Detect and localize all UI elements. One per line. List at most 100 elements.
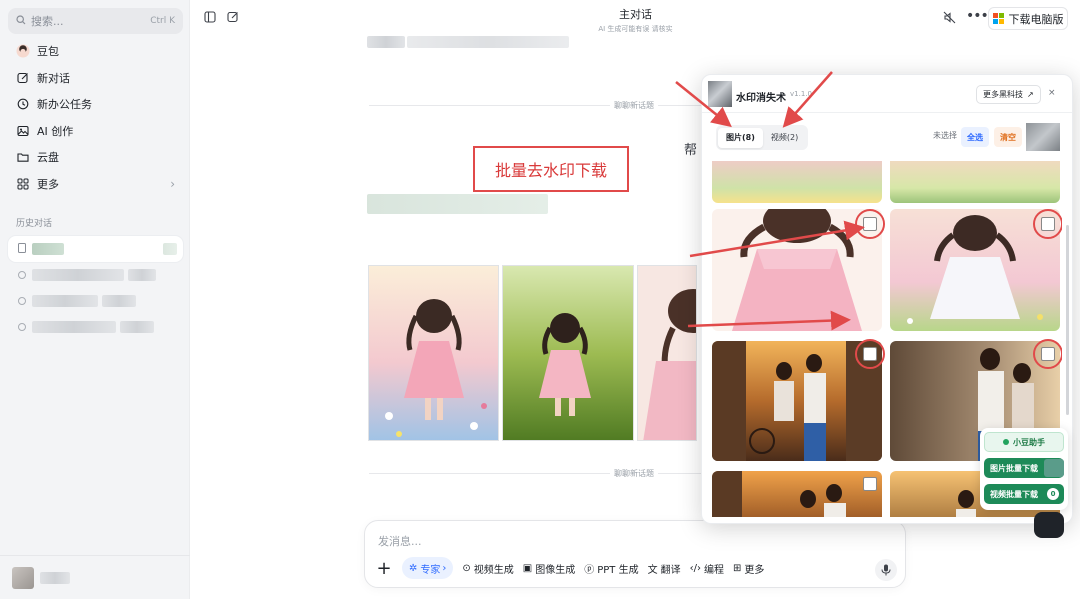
select-checkbox[interactable]	[863, 477, 877, 491]
panel-title: 水印消失术	[736, 93, 786, 104]
redacted-title	[128, 269, 156, 281]
add-attachment-icon[interactable]: +	[375, 558, 393, 579]
tool-label: 专家	[420, 564, 441, 576]
history-item[interactable]	[8, 314, 183, 340]
annotation-circle	[1033, 339, 1062, 369]
tool-label: 翻译	[660, 564, 681, 576]
panel-header: 水印消失术 v1.1.0 更多黑科技 ↗ ×	[702, 75, 1072, 113]
redacted-title	[32, 295, 98, 307]
external-link-icon: ↗	[1027, 90, 1034, 99]
sidebar-item-ai-create[interactable]: AI 创作	[8, 118, 183, 145]
annotation-circle	[855, 209, 885, 239]
grid-image[interactable]	[890, 161, 1060, 203]
redacted-title	[32, 321, 116, 333]
more-tech-button[interactable]: 更多黑科技 ↗	[976, 85, 1041, 104]
sidebar: 搜索... Ctrl K 豆包 新对话 新办公任务 AI 创作 云盘 更多 › …	[0, 0, 190, 599]
edit-icon	[16, 71, 30, 85]
folder-icon	[16, 150, 30, 164]
media-tabs: 图片(8) 视频(2)	[716, 125, 809, 150]
translate-icon: 文	[647, 564, 658, 576]
history-section-label: 历史对话	[16, 219, 53, 229]
composer-toolbar: + ✲ 专家 › ⊙ 视频生成 ▣ 图像生成 ⓟ PPT 生成 文 翻译 ‹/›…	[375, 557, 764, 579]
grid-icon	[16, 177, 30, 191]
image-gen-button[interactable]: ▣ 图像生成	[523, 557, 575, 579]
search-icon	[16, 14, 26, 28]
tab-videos[interactable]: 视频(2)	[763, 128, 806, 148]
history-item[interactable]	[8, 288, 183, 314]
microphone-icon[interactable]	[875, 559, 897, 581]
search-placeholder: 搜索...	[31, 15, 64, 28]
message-composer[interactable]: 发消息... + ✲ 专家 › ⊙ 视频生成 ▣ 图像生成 ⓟ PPT 生成 文…	[364, 520, 906, 588]
topic-divider-label: 聊聊新话题	[610, 100, 658, 111]
history-list	[8, 236, 183, 340]
batch-video-label: 视频批量下载	[990, 489, 1038, 499]
tab-images[interactable]: 图片(8)	[718, 127, 763, 148]
tool-label: 图像生成	[535, 564, 576, 576]
clear-button[interactable]: 清空	[994, 127, 1022, 147]
chat-bubble-icon	[18, 323, 26, 331]
generated-image[interactable]	[368, 265, 499, 441]
panel-scrollbar[interactable]	[1066, 225, 1069, 415]
tool-label: 编程	[703, 564, 724, 576]
redacted-username	[40, 571, 70, 584]
chevron-right-icon: ›	[170, 176, 175, 191]
doubao-avatar-icon	[16, 44, 30, 58]
user-profile[interactable]	[0, 555, 190, 599]
tool-label: 更多	[744, 564, 765, 576]
generated-image[interactable]	[502, 265, 634, 441]
sidebar-item-label: 新办公任务	[37, 98, 92, 112]
topic-divider-label: 聊聊新话题	[610, 468, 658, 479]
sidebar-item-office-task[interactable]: 新办公任务	[8, 91, 183, 118]
generated-image[interactable]	[637, 265, 697, 441]
top-bar: 主对话 AI 生成可能有误 请核实 ••• 下载电脑版	[191, 0, 1080, 36]
sidebar-item-label: 豆包	[37, 45, 59, 59]
batch-image-label: 图片批量下载	[990, 463, 1038, 473]
grid-image[interactable]	[712, 161, 882, 203]
redacted-message	[407, 36, 569, 48]
tool-label: 视频生成	[473, 564, 514, 576]
sidebar-item-more[interactable]: 更多 ›	[8, 171, 183, 198]
selection-status: 未选择	[933, 131, 957, 140]
more-options-icon[interactable]: •••	[966, 8, 989, 24]
download-label: 下载电脑版	[1008, 12, 1064, 26]
preview-thumbnail	[1026, 123, 1060, 151]
annotation-circle	[855, 339, 885, 369]
translate-button[interactable]: 文 翻译	[648, 557, 681, 579]
select-all-button[interactable]: 全选	[961, 127, 989, 147]
chat-bubble-icon	[18, 271, 26, 279]
grid-icon: ⊞	[732, 562, 742, 574]
grid-image[interactable]	[712, 471, 882, 517]
message-input[interactable]: 发消息...	[378, 533, 422, 549]
history-item[interactable]	[8, 236, 183, 262]
sidebar-item-doubao[interactable]: 豆包	[8, 38, 183, 65]
extension-logo	[708, 81, 732, 107]
annotation-label: 批量去水印下载	[473, 146, 629, 192]
floating-action-button[interactable]	[1034, 512, 1064, 538]
helper-title: 小豆助手	[1013, 437, 1045, 447]
redacted-reply	[367, 194, 548, 214]
helper-title-button[interactable]: 小豆助手	[984, 432, 1064, 452]
redacted-message	[367, 36, 405, 48]
batch-image-download-button[interactable]: 图片批量下载	[984, 458, 1064, 478]
more-tools-button[interactable]: ⊞ 更多	[733, 557, 764, 579]
redacted-title	[32, 269, 124, 281]
mute-icon[interactable]	[943, 11, 957, 25]
download-desktop-button[interactable]: 下载电脑版	[988, 7, 1068, 30]
batch-video-download-button[interactable]: 视频批量下载 0	[984, 484, 1064, 504]
code-button[interactable]: ‹/› 编程	[690, 557, 724, 579]
chat-bubble-icon	[18, 297, 26, 305]
expert-mode-button[interactable]: ✲ 专家 ›	[402, 557, 454, 579]
video-gen-button[interactable]: ⊙ 视频生成	[462, 557, 513, 579]
search-input[interactable]: 搜索... Ctrl K	[8, 8, 183, 34]
windows-logo-icon	[992, 13, 1004, 24]
ppt-gen-button[interactable]: ⓟ PPT 生成	[584, 557, 638, 579]
sidebar-nav: 豆包 新对话 新办公任务 AI 创作 云盘 更多 ›	[8, 38, 183, 197]
sidebar-item-label: 更多	[37, 177, 59, 191]
history-item[interactable]	[8, 262, 183, 288]
chat-doc-icon	[18, 242, 26, 256]
sidebar-item-new-chat[interactable]: 新对话	[8, 65, 183, 92]
video-icon: ⊙	[462, 562, 471, 574]
sidebar-item-cloud[interactable]: 云盘	[8, 144, 183, 171]
image-thumb	[1044, 459, 1064, 477]
close-icon[interactable]: ×	[1048, 88, 1056, 98]
